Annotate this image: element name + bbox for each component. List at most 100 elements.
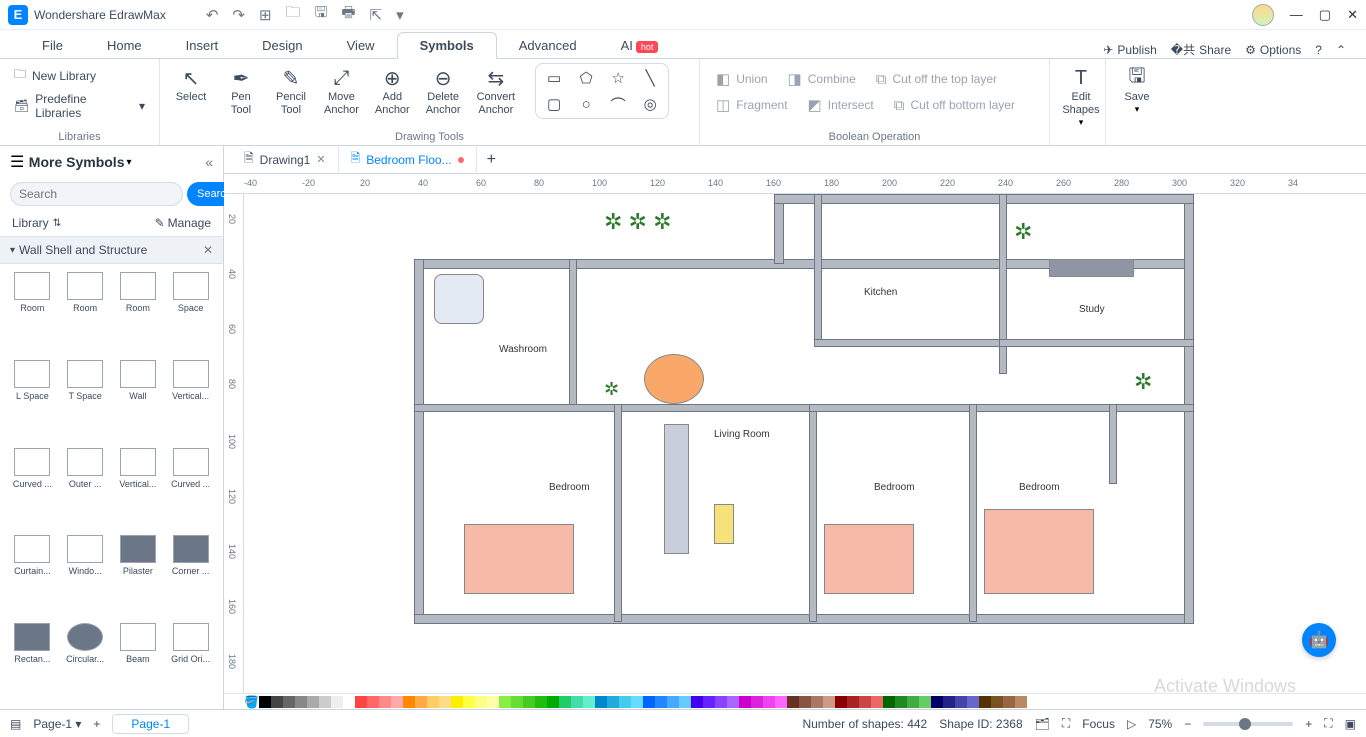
color-swatch[interactable] (991, 696, 1003, 708)
color-swatch[interactable] (871, 696, 883, 708)
doc-tab-2[interactable]: 🗎 Bedroom Floo... (339, 145, 477, 174)
menu-file[interactable]: File (20, 33, 85, 58)
shape-line-icon[interactable]: ╲ (638, 68, 662, 88)
plant-icon[interactable]: ✲ ✲ ✲ (604, 209, 672, 235)
color-swatch[interactable] (943, 696, 955, 708)
zoom-out-button[interactable]: − (1184, 717, 1191, 731)
color-swatch[interactable] (271, 696, 283, 708)
shape-item[interactable]: Room (8, 272, 57, 350)
shape-item[interactable]: Vertical... (166, 360, 215, 438)
plant-icon[interactable]: ✲ (604, 379, 619, 400)
color-swatch[interactable] (883, 696, 895, 708)
fill-bucket-icon[interactable]: 🪣 (244, 695, 259, 709)
combine-button[interactable]: ◨Combine (780, 67, 864, 91)
page-selector[interactable]: Page-1 ▾ (33, 717, 81, 731)
search-input[interactable] (10, 182, 183, 206)
color-swatch[interactable] (535, 696, 547, 708)
color-swatch[interactable] (727, 696, 739, 708)
color-swatch[interactable] (907, 696, 919, 708)
share-button[interactable]: �共 Share (1171, 41, 1231, 58)
shape-item[interactable]: Vertical... (114, 448, 163, 526)
shape-item[interactable]: Beam (114, 623, 163, 701)
shape-item[interactable]: Curtain... (8, 535, 57, 613)
color-swatch[interactable] (523, 696, 535, 708)
save-icon[interactable]: 🖫 (315, 2, 328, 27)
export-icon[interactable]: ⇱ (370, 6, 383, 24)
layers-icon[interactable]: 🗂 (1035, 717, 1050, 731)
color-swatch[interactable] (427, 696, 439, 708)
shape-item[interactable]: Space (166, 272, 215, 350)
delete-anchor-tool[interactable]: ⊖Delete Anchor (420, 63, 467, 119)
fragment-button[interactable]: ◫Fragment (708, 93, 796, 117)
shape-item[interactable]: Circular... (61, 623, 110, 701)
color-swatch[interactable] (919, 696, 931, 708)
color-swatch[interactable] (751, 696, 763, 708)
library-sort-icon[interactable]: ⇅ (53, 218, 61, 229)
color-swatch[interactable] (259, 696, 271, 708)
color-swatch[interactable] (547, 696, 559, 708)
category-header[interactable]: ▾ Wall Shell and Structure ✕ (0, 236, 223, 264)
save-shapes-button[interactable]: 🖫Save▾ (1114, 63, 1160, 117)
color-swatch[interactable] (307, 696, 319, 708)
color-swatch[interactable] (979, 696, 991, 708)
shape-pentagon-icon[interactable]: ⬠ (574, 68, 598, 88)
menu-ai[interactable]: AIhot (599, 33, 681, 58)
user-avatar-icon[interactable] (1252, 4, 1274, 26)
shape-item[interactable]: Corner ... (166, 535, 215, 613)
shape-item[interactable]: Grid Ori... (166, 623, 215, 701)
tab-close-icon[interactable]: ✕ (316, 153, 325, 166)
zoom-slider[interactable] (1203, 722, 1293, 726)
menu-home[interactable]: Home (85, 33, 164, 58)
color-swatch[interactable] (895, 696, 907, 708)
collapse-ribbon-icon[interactable]: ⌃ (1336, 43, 1346, 57)
focus-icon[interactable]: ⛶ (1062, 716, 1070, 731)
close-icon[interactable]: ✕ (1347, 7, 1358, 23)
color-swatch[interactable] (319, 696, 331, 708)
color-swatch[interactable] (355, 696, 367, 708)
color-swatch[interactable] (463, 696, 475, 708)
desk[interactable] (1049, 259, 1134, 277)
color-swatch[interactable] (499, 696, 511, 708)
shape-item[interactable]: Rectan... (8, 623, 57, 701)
plant-icon[interactable]: ✲ (1134, 369, 1152, 395)
minimize-icon[interactable]: — (1290, 7, 1303, 22)
predefine-libraries-button[interactable]: 🗃 Predefine Libraries▾ (14, 92, 145, 120)
shape-item[interactable]: Curved ... (166, 448, 215, 526)
color-swatch[interactable] (655, 696, 667, 708)
color-swatch[interactable] (331, 696, 343, 708)
help-icon[interactable]: ? (1315, 43, 1322, 57)
new-icon[interactable]: ⊞ (259, 6, 272, 24)
color-swatch[interactable] (739, 696, 751, 708)
publish-button[interactable]: ✈ Publish (1103, 43, 1156, 57)
bed-2[interactable] (824, 524, 914, 594)
color-swatch[interactable] (619, 696, 631, 708)
color-swatch[interactable] (811, 696, 823, 708)
shape-item[interactable]: T Space (61, 360, 110, 438)
color-swatch[interactable] (439, 696, 451, 708)
maximize-icon[interactable]: ▢ (1319, 7, 1331, 23)
cut-bottom-button[interactable]: ⧉Cut off bottom layer (886, 93, 1023, 117)
bed-3[interactable] (984, 509, 1094, 594)
page-tab[interactable]: Page-1 (112, 714, 189, 734)
move-anchor-tool[interactable]: ⤢Move Anchor (318, 63, 365, 119)
color-swatch[interactable] (931, 696, 943, 708)
menu-design[interactable]: Design (240, 33, 324, 58)
edit-shapes-button[interactable]: TEdit Shapes▾ (1058, 63, 1104, 130)
select-tool[interactable]: ↖Select (168, 63, 214, 106)
color-swatch[interactable] (607, 696, 619, 708)
color-swatch[interactable] (715, 696, 727, 708)
shape-item[interactable]: Room (61, 272, 110, 350)
focus-label[interactable]: Focus (1082, 717, 1115, 731)
color-swatch[interactable] (571, 696, 583, 708)
shape-item[interactable]: Pilaster (114, 535, 163, 613)
new-library-button[interactable]: 🗀 New Library (14, 65, 145, 86)
color-swatch[interactable] (295, 696, 307, 708)
color-swatch[interactable] (679, 696, 691, 708)
color-swatch[interactable] (367, 696, 379, 708)
bed-1[interactable] (464, 524, 574, 594)
shape-spiral-icon[interactable]: ◎ (638, 94, 662, 114)
undo-icon[interactable]: ↶ (206, 6, 219, 24)
color-swatch[interactable] (559, 696, 571, 708)
color-swatch[interactable] (763, 696, 775, 708)
color-swatch[interactable] (859, 696, 871, 708)
